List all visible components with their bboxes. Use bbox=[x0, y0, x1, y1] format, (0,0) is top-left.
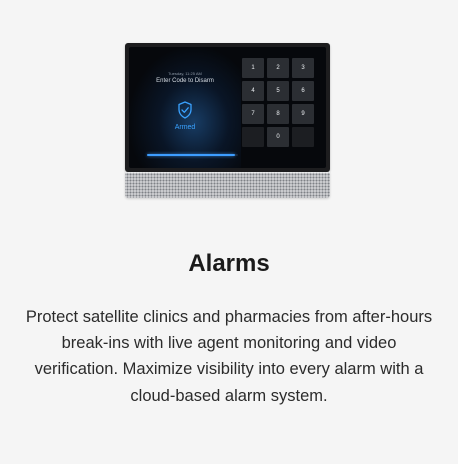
speaker-grille bbox=[125, 172, 330, 198]
keypad-key-7[interactable]: 7 bbox=[242, 104, 264, 124]
keypad-blank-key bbox=[292, 127, 314, 147]
device-body: Tuesday, 11:25 AM Enter Code to Disarm A… bbox=[125, 43, 330, 172]
feature-card: Tuesday, 11:25 AM Enter Code to Disarm A… bbox=[0, 0, 458, 464]
keypad-key-4[interactable]: 4 bbox=[242, 81, 264, 101]
shield-check-icon bbox=[178, 101, 192, 119]
keypad-key-0[interactable]: 0 bbox=[267, 127, 289, 147]
countdown-progress-bar bbox=[147, 154, 238, 156]
alarm-keypad-device: Tuesday, 11:25 AM Enter Code to Disarm A… bbox=[125, 43, 330, 198]
keypad-key-9[interactable]: 9 bbox=[292, 104, 314, 124]
screen-prompt: Enter Code to Disarm bbox=[156, 78, 214, 84]
feature-title: Alarms bbox=[188, 250, 270, 277]
keypad-blank-key bbox=[242, 127, 264, 147]
keypad-key-5[interactable]: 5 bbox=[267, 81, 289, 101]
keypad-key-8[interactable]: 8 bbox=[267, 104, 289, 124]
keypad-key-6[interactable]: 6 bbox=[292, 81, 314, 101]
keypad-key-2[interactable]: 2 bbox=[267, 58, 289, 78]
device-screen: Tuesday, 11:25 AM Enter Code to Disarm A… bbox=[129, 47, 326, 168]
keypad-key-1[interactable]: 1 bbox=[242, 58, 264, 78]
screen-date-time: Tuesday, 11:25 AM bbox=[168, 71, 202, 76]
screen-status-panel: Tuesday, 11:25 AM Enter Code to Disarm A… bbox=[129, 47, 241, 168]
keypad: 123 456 7890 bbox=[242, 58, 314, 147]
countdown-progress-fill bbox=[147, 154, 236, 156]
armed-status-label: Armed bbox=[174, 124, 196, 131]
feature-description: Protect satellite clinics and pharmacies… bbox=[25, 308, 433, 405]
keypad-key-3[interactable]: 3 bbox=[292, 58, 314, 78]
